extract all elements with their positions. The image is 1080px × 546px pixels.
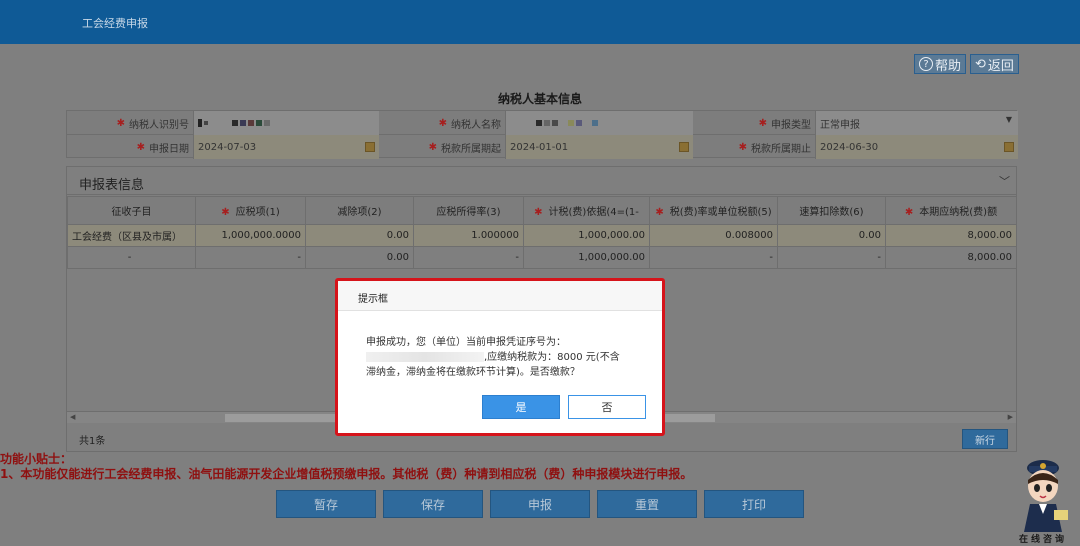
dialog-line-1: 申报成功，您（单位）当前申报凭证序号为： bbox=[366, 337, 566, 348]
dialog-message: 申报成功，您（单位）当前申报凭证序号为： ,应缴纳税款为：8000 元(不含 滞… bbox=[366, 335, 646, 380]
table-cell[interactable]: 0.008000 bbox=[649, 224, 778, 247]
column-header: 征收子目 bbox=[67, 196, 196, 225]
back-button[interactable]: ⟲ 返回 bbox=[970, 54, 1019, 74]
taxpayer-name-field[interactable] bbox=[505, 111, 693, 135]
table-panel-header[interactable]: 申报表信息 ﹀ bbox=[67, 167, 1016, 195]
redacted-block bbox=[198, 119, 272, 127]
dropdown-arrow-icon: ▼ bbox=[1005, 115, 1012, 124]
table-cell[interactable]: 1,000,000.0000 bbox=[195, 224, 306, 247]
chevron-down-icon[interactable]: ﹀ bbox=[999, 173, 1010, 189]
table-header-row: 征收子目 ✱ 应税项(1) 减除项(2) 应税所得率(3) ✱ 计税(费)依据(4=… bbox=[67, 196, 1017, 225]
scroll-right-icon[interactable]: ▶ bbox=[1008, 413, 1013, 421]
period-end-label: ✱ 税款所属期止 bbox=[738, 141, 811, 155]
redacted-block bbox=[536, 120, 600, 126]
table-cell[interactable]: 工会经费（区县及市属） bbox=[67, 224, 196, 247]
reset-button[interactable]: 重置 bbox=[597, 490, 697, 518]
taxpayer-name-label: ✱ 纳税人名称 bbox=[438, 117, 501, 131]
question-icon: ? bbox=[919, 57, 933, 71]
table-cell: - bbox=[195, 246, 306, 269]
temp-save-button[interactable]: 暂存 bbox=[276, 490, 376, 518]
column-header: 减除项(2) bbox=[305, 196, 414, 225]
taxpayer-id-label: ✱ 纳税人识别号 bbox=[116, 117, 189, 131]
column-header: 速算扣除数(6) bbox=[777, 196, 886, 225]
table-cell[interactable]: 0.00 bbox=[305, 224, 414, 247]
declaration-table: 征收子目 ✱ 应税项(1) 减除项(2) 应税所得率(3) ✱ 计税(费)依据(4=… bbox=[67, 196, 1017, 269]
action-bar: 暂存 保存 申报 重置 打印 bbox=[276, 490, 811, 518]
column-header: ✱ 税(费)率或单位税额(5) bbox=[649, 196, 778, 225]
table-cell: - bbox=[649, 246, 778, 269]
report-type-label: ✱ 申报类型 bbox=[758, 117, 811, 131]
column-header: ✱ 计税(费)依据(4=(1- bbox=[523, 196, 650, 225]
required-mark: ✱ bbox=[438, 117, 447, 129]
save-button[interactable]: 保存 bbox=[383, 490, 483, 518]
table-row[interactable]: - - 0.00 - 1,000,000.00 - - 8,000.00 bbox=[67, 246, 1017, 269]
dialog-line-2: ,应缴纳税款为：8000 元(不含 bbox=[484, 352, 620, 363]
column-header: 应税所得率(3) bbox=[413, 196, 524, 225]
basic-info-grid: ✱ 纳税人识别号 ✱ 纳税人名称 ✱ 申报类型 正常申报 ▼ ✱ 申报日期 2024-0… bbox=[66, 110, 1018, 159]
calendar-icon[interactable] bbox=[1004, 142, 1014, 152]
print-button[interactable]: 打印 bbox=[704, 490, 804, 518]
help-button[interactable]: ? 帮助 bbox=[914, 54, 967, 74]
period-start-field[interactable]: 2024-01-01 bbox=[505, 135, 693, 159]
column-header: ✱ 本期应纳税(费)额 bbox=[885, 196, 1017, 225]
yes-button[interactable]: 是 bbox=[482, 395, 560, 419]
submit-button[interactable]: 申报 bbox=[490, 490, 590, 518]
app-title: 工会经费申报 bbox=[82, 17, 148, 30]
required-mark: ✱ bbox=[116, 117, 125, 129]
help-label: 帮助 bbox=[935, 58, 962, 74]
online-help-mascot[interactable]: 在线咨询 bbox=[1014, 458, 1072, 545]
table-cell: 0.00 bbox=[305, 246, 414, 269]
table-cell[interactable]: 8,000.00 bbox=[885, 224, 1017, 247]
dialog-title: 提示框 bbox=[358, 294, 388, 305]
calendar-icon[interactable] bbox=[679, 142, 689, 152]
table-cell[interactable]: 1.000000 bbox=[413, 224, 524, 247]
table-cell: - bbox=[413, 246, 524, 269]
info-row: ✱ 申报日期 2024-07-03 ✱ 税款所属期起 2024-01-01 ✱ 税款所… bbox=[67, 135, 1018, 159]
table-cell: 1,000,000.00 bbox=[523, 246, 650, 269]
back-arrow-icon: ⟲ bbox=[975, 56, 986, 72]
redacted-serial bbox=[366, 352, 484, 362]
table-cell: 8,000.00 bbox=[885, 246, 1017, 269]
required-mark: ✱ bbox=[738, 141, 747, 153]
prompt-dialog: 提示框 申报成功，您（单位）当前申报凭证序号为： ,应缴纳税款为：8000 元(… bbox=[335, 278, 665, 436]
taxpayer-id-field[interactable] bbox=[193, 111, 379, 135]
scroll-left-icon[interactable]: ◀ bbox=[70, 413, 75, 421]
mascot-label: 在线咨询 bbox=[1018, 535, 1067, 545]
help-toolbar: ? 帮助 ⟲ 返回 bbox=[914, 54, 1019, 74]
tips-box: 功能小贴士： 1、本功能仅能进行工会经费申报、油气田能源开发企业增值税预缴申报。… bbox=[0, 452, 692, 482]
column-header: ✱ 应税项(1) bbox=[195, 196, 306, 225]
period-start-label: ✱ 税款所属期起 bbox=[428, 141, 501, 155]
dialog-line-3: 滞纳金，滞纳金将在缴款环节计算)。是否缴款？ bbox=[366, 367, 580, 378]
dialog-header: 提示框 bbox=[338, 281, 662, 311]
row-count: 共1条 bbox=[79, 436, 106, 447]
table-row[interactable]: 工会经费（区县及市属） 1,000,000.0000 0.00 1.000000… bbox=[67, 224, 1017, 247]
table-cell: - bbox=[67, 246, 196, 269]
tips-text: 1、本功能仅能进行工会经费申报、油气田能源开发企业增值税预缴申报。其他税（费）种… bbox=[0, 467, 693, 481]
required-mark: ✱ bbox=[758, 117, 767, 129]
report-date-label: ✱ 申报日期 bbox=[136, 141, 189, 155]
info-row: ✱ 纳税人识别号 ✱ 纳税人名称 ✱ 申报类型 正常申报 ▼ bbox=[67, 111, 1018, 135]
app-header: 工会经费申报 bbox=[0, 0, 1080, 44]
period-end-field[interactable]: 2024-06-30 bbox=[815, 135, 1018, 159]
table-cell[interactable]: 0.00 bbox=[777, 224, 886, 247]
table-section-title: 申报表信息 bbox=[79, 178, 145, 193]
dialog-line-2-wrap: ,应缴纳税款为：8000 元(不含 bbox=[366, 350, 646, 365]
tips-title: 功能小贴士： bbox=[0, 452, 73, 466]
new-row-button[interactable]: 新行 bbox=[962, 429, 1008, 449]
table-cell: - bbox=[777, 246, 886, 269]
report-date-field[interactable]: 2024-07-03 bbox=[193, 135, 379, 159]
required-mark: ✱ bbox=[428, 141, 437, 153]
report-type-select[interactable]: 正常申报 ▼ bbox=[815, 111, 1018, 135]
table-cell[interactable]: 1,000,000.00 bbox=[523, 224, 650, 247]
mascot-icon bbox=[1024, 460, 1068, 532]
no-button[interactable]: 否 bbox=[568, 395, 646, 419]
calendar-icon[interactable] bbox=[365, 142, 375, 152]
required-mark: ✱ bbox=[136, 141, 145, 153]
back-label: 返回 bbox=[987, 58, 1014, 74]
basic-info-title: 纳税人基本信息 bbox=[497, 92, 582, 106]
